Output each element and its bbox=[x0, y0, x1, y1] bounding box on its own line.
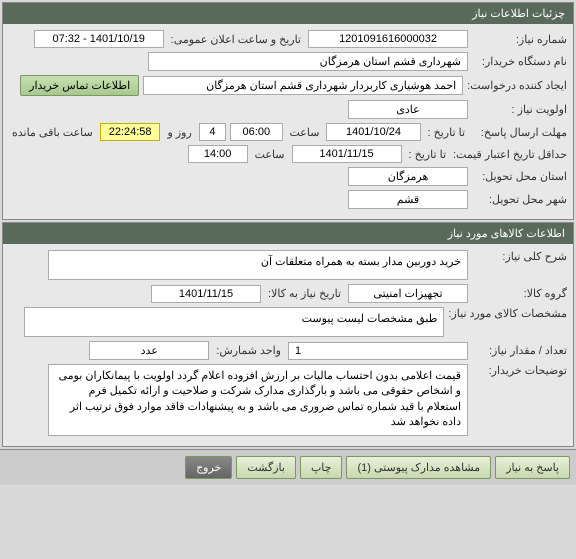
reply-date-value: 1401/10/24 bbox=[326, 123, 420, 141]
desc-value: خرید دوربین مدار بسته به همراه متعلقات آ… bbox=[48, 250, 468, 280]
need-info-body: شماره نیاز: 1201091616000032 تاریخ و ساع… bbox=[3, 24, 573, 219]
delivery-city-value: قشم bbox=[348, 190, 468, 209]
to-date-label-1: تا تاریخ : bbox=[425, 126, 468, 139]
days-value: 4 bbox=[199, 123, 226, 141]
need-number-label: شماره نیاز: bbox=[472, 33, 567, 46]
desc-label: شرح کلی نیاز: bbox=[472, 250, 567, 263]
reply-deadline-label: مهلت ارسال پاسخ: bbox=[472, 126, 567, 139]
qty-value: 1 bbox=[288, 342, 468, 360]
exit-button[interactable]: خروج bbox=[185, 456, 232, 479]
group-label: گروه کالا: bbox=[472, 287, 567, 300]
to-date-label-2: تا تاریخ : bbox=[406, 148, 449, 161]
need-date-label: تاریخ نیاز به کالا: bbox=[265, 287, 344, 300]
specs-label: مشخصات کالای مورد نیاز: bbox=[448, 307, 567, 320]
unit-label: واحد شمارش: bbox=[213, 344, 284, 357]
buyer-value: شهرداری قشم استان هرمزگان bbox=[148, 52, 468, 71]
need-date-value: 1401/11/15 bbox=[151, 285, 261, 303]
requester-value: احمد هوشیاری کاربردار شهرداری قشم استان … bbox=[143, 76, 463, 95]
validity-date-value: 1401/11/15 bbox=[292, 145, 402, 163]
goods-info-body: شرح کلی نیاز: خرید دوربین مدار بسته به ه… bbox=[3, 244, 573, 446]
need-info-header: چزئیات اطلاعات نیاز bbox=[3, 3, 573, 24]
buyer-contact-button[interactable]: اطلاعات تماس خریدار bbox=[20, 75, 139, 96]
reply-button[interactable]: پاسخ به نیاز bbox=[495, 456, 570, 479]
reply-time-value: 06:00 bbox=[230, 123, 282, 141]
announce-label: تاریخ و ساعت اعلان عمومی: bbox=[168, 33, 304, 46]
validity-label: حداقل تاریخ اعتبار قیمت: bbox=[453, 148, 567, 161]
need-info-panel: چزئیات اطلاعات نیاز شماره نیاز: 12010916… bbox=[2, 2, 574, 220]
delivery-province-label: استان محل تحویل: bbox=[472, 170, 567, 183]
goods-info-panel: اطلاعات کالاهای مورد نیاز شرح کلی نیاز: … bbox=[2, 222, 574, 447]
time-label-2: ساعت bbox=[252, 148, 288, 161]
qty-label: تعداد / مقدار نیاز: bbox=[472, 344, 567, 357]
back-button[interactable]: بازگشت bbox=[236, 456, 296, 479]
group-value: تجهیزات امنیتی bbox=[348, 284, 468, 303]
priority-label: اولویت نیاز : bbox=[472, 103, 567, 116]
remain-time-value: 22:24:58 bbox=[100, 123, 161, 141]
specs-value: طبق مشخصات لیست پیوست bbox=[24, 307, 444, 337]
days-label: روز و bbox=[164, 126, 194, 139]
announce-value: 1401/10/19 - 07:32 bbox=[34, 30, 164, 48]
delivery-city-label: شهر محل تحویل: bbox=[472, 193, 567, 206]
buyer-notes-value: قیمت اعلامی بدون احتساب مالیات بر ارزش ا… bbox=[48, 364, 468, 436]
delivery-province-value: هرمزگان bbox=[348, 167, 468, 186]
footer-bar: پاسخ به نیاز مشاهده مدارک پیوستی (1) چاپ… bbox=[0, 449, 576, 485]
goods-info-header: اطلاعات کالاهای مورد نیاز bbox=[3, 223, 573, 244]
buyer-label: نام دستگاه خریدار: bbox=[472, 55, 567, 68]
validity-time-value: 14:00 bbox=[188, 145, 248, 163]
remain-label: ساعت باقی مانده bbox=[9, 126, 96, 139]
unit-value: عدد bbox=[89, 341, 209, 360]
attachments-button[interactable]: مشاهده مدارک پیوستی (1) bbox=[346, 456, 491, 479]
buyer-notes-label: توضیحات خریدار: bbox=[472, 364, 567, 377]
print-button[interactable]: چاپ bbox=[300, 456, 343, 479]
time-label-1: ساعت bbox=[287, 126, 323, 139]
priority-value: عادی bbox=[348, 100, 468, 119]
need-number-value: 1201091616000032 bbox=[308, 30, 468, 48]
requester-label: ایجاد کننده درخواست: bbox=[467, 79, 567, 92]
